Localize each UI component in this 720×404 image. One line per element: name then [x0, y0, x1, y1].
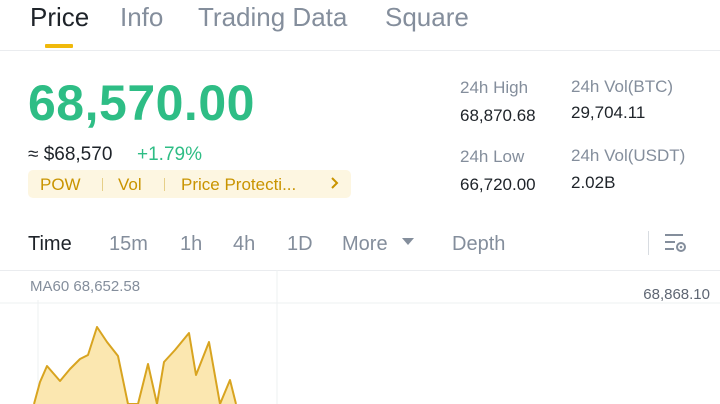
tag-separator [102, 178, 103, 191]
timeframe-more[interactable]: More [342, 233, 388, 256]
caret-down-icon[interactable] [402, 238, 414, 245]
timeframe-1h[interactable]: 1h [180, 233, 202, 256]
last-price: 68,570.00 [28, 75, 255, 131]
tabs-divider [0, 50, 720, 51]
vol-btc-label: 24h Vol(BTC) [571, 77, 674, 96]
tag-pow[interactable]: POW [40, 175, 81, 195]
chevron-right-icon[interactable] [330, 173, 340, 198]
tab-square[interactable]: Square [385, 2, 469, 33]
high-label: 24h High [460, 78, 529, 97]
tag-bar[interactable]: POW Vol Price Protecti... [28, 170, 351, 198]
timeframe-time[interactable]: Time [28, 233, 72, 256]
tag-vol[interactable]: Vol [118, 175, 142, 195]
approx-usd-price: ≈ $68,570 [28, 144, 113, 165]
active-tab-indicator [45, 44, 73, 48]
depth-tab[interactable]: Depth [452, 233, 505, 256]
timeframe-4h[interactable]: 4h [233, 233, 255, 256]
tab-trading-data[interactable]: Trading Data [198, 2, 347, 33]
vol-btc-value: 29,704.11 [571, 103, 646, 122]
low-label: 24h Low [460, 147, 525, 166]
high-value: 68,870.68 [460, 106, 536, 125]
vol-usdt-value: 2.02B [571, 173, 616, 192]
price-area-fill [34, 327, 236, 404]
price-change-percent: +1.79% [137, 144, 202, 165]
tab-info[interactable]: Info [120, 2, 163, 33]
tag-separator [164, 178, 165, 191]
tab-price[interactable]: Price [30, 2, 89, 33]
price-chart[interactable] [0, 270, 720, 404]
low-value: 66,720.00 [460, 175, 536, 194]
toolbar-separator [648, 231, 649, 255]
chart-settings-icon[interactable] [662, 231, 688, 255]
tag-price-protection[interactable]: Price Protecti... [181, 175, 296, 195]
timeframe-15m[interactable]: 15m [109, 233, 148, 256]
timeframe-1d[interactable]: 1D [287, 233, 313, 256]
vol-usdt-label: 24h Vol(USDT) [571, 146, 686, 165]
